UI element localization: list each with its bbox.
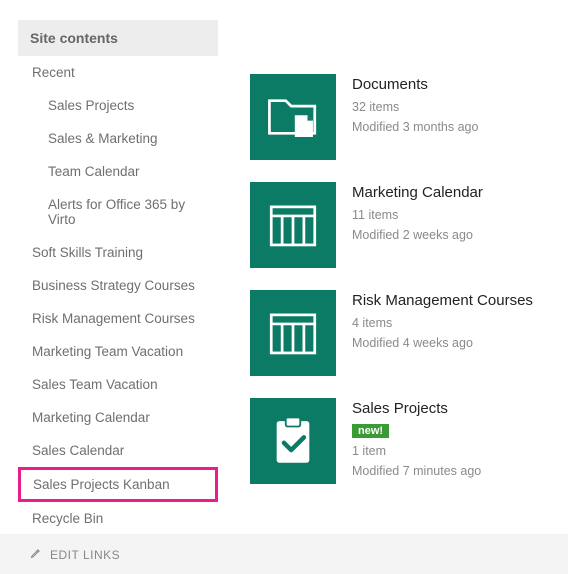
tile-modified: Modified 7 minutes ago	[352, 461, 481, 481]
sidebar: Site contents Recent Sales ProjectsSales…	[18, 20, 218, 514]
nav-recent-item[interactable]: Team Calendar	[18, 155, 218, 188]
edit-links-label: EDIT LINKS	[50, 548, 120, 562]
edit-links[interactable]: EDIT LINKS	[18, 535, 218, 574]
tile-meta: Documents 32 itemsModified 3 months ago	[352, 74, 478, 160]
content-tile[interactable]: Sales Projects new! 1 itemModified 7 minut…	[250, 398, 550, 484]
tile-count: 11 items	[352, 205, 483, 225]
nav-item[interactable]: Sales Calendar	[18, 434, 218, 467]
content-tile[interactable]: Risk Management Courses 4 itemsModified 4…	[250, 290, 550, 376]
content-tile[interactable]: Documents 32 itemsModified 3 months ago	[250, 74, 550, 160]
content-tile[interactable]: Marketing Calendar 11 itemsModified 2 wee…	[250, 182, 550, 268]
tile-title: Sales Projects	[352, 400, 481, 417]
tile-title: Documents	[352, 76, 478, 93]
nav-recent-item[interactable]: Sales Projects	[18, 89, 218, 122]
tile-modified: Modified 3 months ago	[352, 117, 478, 137]
nav-recent[interactable]: Recent	[18, 56, 218, 89]
tile-count: 4 items	[352, 313, 533, 333]
tile-title: Risk Management Courses	[352, 292, 533, 309]
nav-item[interactable]: Marketing Team Vacation	[18, 335, 218, 368]
nav-recent-item[interactable]: Alerts for Office 365 by Virto	[18, 188, 218, 236]
nav-item[interactable]: Soft Skills Training	[18, 236, 218, 269]
tile-modified: Modified 4 weeks ago	[352, 333, 533, 353]
tile-meta: Sales Projects new! 1 itemModified 7 minut…	[352, 398, 481, 484]
nav-item[interactable]: Marketing Calendar	[18, 401, 218, 434]
nav-item[interactable]: Business Strategy Courses	[18, 269, 218, 302]
tile-count: 32 items	[352, 97, 478, 117]
sidebar-header[interactable]: Site contents	[18, 20, 218, 56]
clipboard-check-icon	[250, 398, 336, 484]
folder-file-icon	[250, 74, 336, 160]
tile-meta: Marketing Calendar 11 itemsModified 2 wee…	[352, 182, 483, 268]
tile-title: Marketing Calendar	[352, 184, 483, 201]
tile-count: 1 item	[352, 441, 481, 461]
nav-item[interactable]: Risk Management Courses	[18, 302, 218, 335]
calendar-icon	[250, 290, 336, 376]
nav-item[interactable]: Sales Team Vacation	[18, 368, 218, 401]
nav-item[interactable]: Sales Projects Kanban	[18, 467, 218, 502]
nav-item[interactable]: Recycle Bin	[18, 502, 218, 535]
content-area: Documents 32 itemsModified 3 months ago Ma…	[218, 20, 550, 514]
new-badge: new!	[352, 424, 389, 438]
page: Site contents Recent Sales ProjectsSales…	[0, 0, 568, 534]
pencil-icon	[30, 547, 42, 562]
tile-modified: Modified 2 weeks ago	[352, 225, 483, 245]
tile-meta: Risk Management Courses 4 itemsModified 4…	[352, 290, 533, 376]
calendar-icon	[250, 182, 336, 268]
nav-recent-item[interactable]: Sales & Marketing	[18, 122, 218, 155]
